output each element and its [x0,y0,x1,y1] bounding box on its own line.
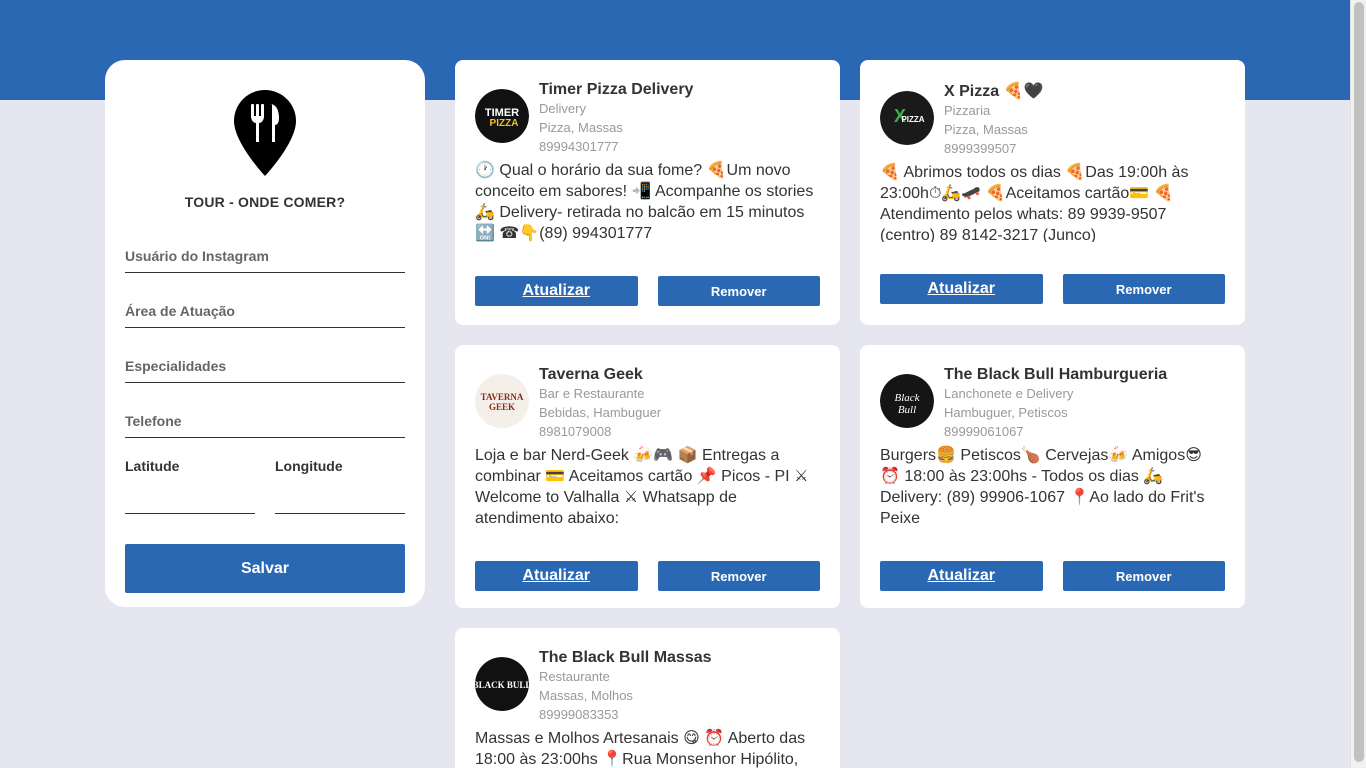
restaurant-avatar: Black Bull [880,374,934,428]
save-button[interactable]: Salvar [125,544,405,593]
map-pin-cutlery-icon [234,90,296,176]
restaurant-avatar: TIMER PIZZA [475,89,529,143]
restaurant-bio: Burgers🍔 Petiscos🍗 Cervejas🍻 Amigos😎 ⏰ 1… [880,447,1205,527]
restaurant-name: Timer Pizza Delivery [539,81,694,98]
app-title: TOUR - ONDE COMER? [184,194,346,210]
restaurant-avatar: X PIZZA [880,91,934,145]
remove-button[interactable]: Remover [657,276,820,306]
restaurant-category: Restaurante [539,669,610,684]
restaurant-phone: 89994301777 [539,139,619,154]
restaurant-category: Bar e Restaurante [539,386,645,401]
restaurant-category: Pizzaria [944,103,991,118]
restaurant-card: X PIZZA X Pizza 🍕🖤 Pizzaria Pizza, Massa… [860,60,1245,325]
svg-text:Bull: Bull [898,404,916,416]
registration-panel: TOUR - ONDE COMER? Latitude Longitude Sa… [105,60,425,607]
restaurant-phone: 89999061067 [944,424,1024,439]
svg-text:BLACK BULL: BLACK BULL [475,680,529,690]
update-button[interactable]: Atualizar [880,274,1043,304]
app-logo [125,90,405,176]
restaurant-bio: Loja e bar Nerd-Geek 🍻🎮 📦 Entregas a com… [475,447,809,527]
remove-button[interactable]: Remover [1062,561,1225,591]
restaurant-avatar: TAVERNA GEEK [475,374,529,428]
svg-text:PIZZA: PIZZA [490,118,519,129]
restaurant-avatar: BLACK BULL [475,657,529,711]
svg-text:PIZZA: PIZZA [901,115,924,124]
restaurant-card: Black Bull The Black Bull Hamburgueria L… [860,345,1245,608]
restaurant-specialties: Pizza, Massas [539,120,623,135]
phone-input[interactable] [125,405,405,438]
restaurant-card: TAVERNA GEEK Taverna Geek Bar e Restaura… [455,345,840,608]
longitude-input[interactable] [275,482,405,514]
restaurant-bio: Massas e Molhos Artesanais 😋 ⏰ Aberto da… [475,730,806,768]
page-scrollbar[interactable] [1350,0,1366,768]
area-input[interactable] [125,295,405,328]
update-button[interactable]: Atualizar [880,561,1043,591]
restaurant-bio: 🍕 Abrimos todos os dias 🍕Das 19:00h às 2… [880,164,1189,242]
update-button[interactable]: Atualizar [475,561,638,591]
restaurant-card: BLACK BULL The Black Bull Massas Restaur… [455,628,840,768]
restaurant-name: Taverna Geek [539,366,643,383]
restaurant-phone: 8981079008 [539,424,612,439]
latitude-group: Latitude [125,458,255,514]
scrollbar-thumb[interactable] [1354,2,1364,762]
restaurant-phone: 8999399507 [944,141,1017,156]
svg-text:TAVERNA: TAVERNA [481,392,524,402]
latitude-input[interactable] [125,482,255,514]
update-button[interactable]: Atualizar [475,276,638,306]
svg-text:GEEK: GEEK [489,402,515,412]
longitude-label: Longitude [275,458,343,474]
coordinates-row: Latitude Longitude [125,458,405,514]
restaurant-category: Lanchonete e Delivery [944,386,1074,401]
remove-button[interactable]: Remover [1062,274,1225,304]
restaurant-category: Delivery [539,101,586,116]
svg-text:Black: Black [894,392,920,404]
restaurant-specialties: Hambuguer, Petiscos [944,405,1068,420]
remove-button[interactable]: Remover [657,561,820,591]
specialties-input[interactable] [125,350,405,383]
restaurant-specialties: Bebidas, Hambuguer [539,405,662,420]
restaurant-phone: 89999083353 [539,707,619,722]
longitude-group: Longitude [275,458,405,514]
restaurant-bio: 🕐 Qual o horário da sua fome? 🍕Um novo c… [475,162,814,242]
instagram-username-input[interactable] [125,240,405,273]
latitude-label: Latitude [125,458,180,474]
restaurant-name: The Black Bull Massas [539,649,712,666]
restaurant-specialties: Massas, Molhos [539,688,633,703]
restaurant-name: The Black Bull Hamburgueria [944,366,1168,383]
restaurant-card: TIMER PIZZA Timer Pizza Delivery Deliver… [455,60,840,325]
restaurant-specialties: Pizza, Massas [944,122,1028,137]
restaurant-name: X Pizza 🍕🖤 [944,83,1044,100]
